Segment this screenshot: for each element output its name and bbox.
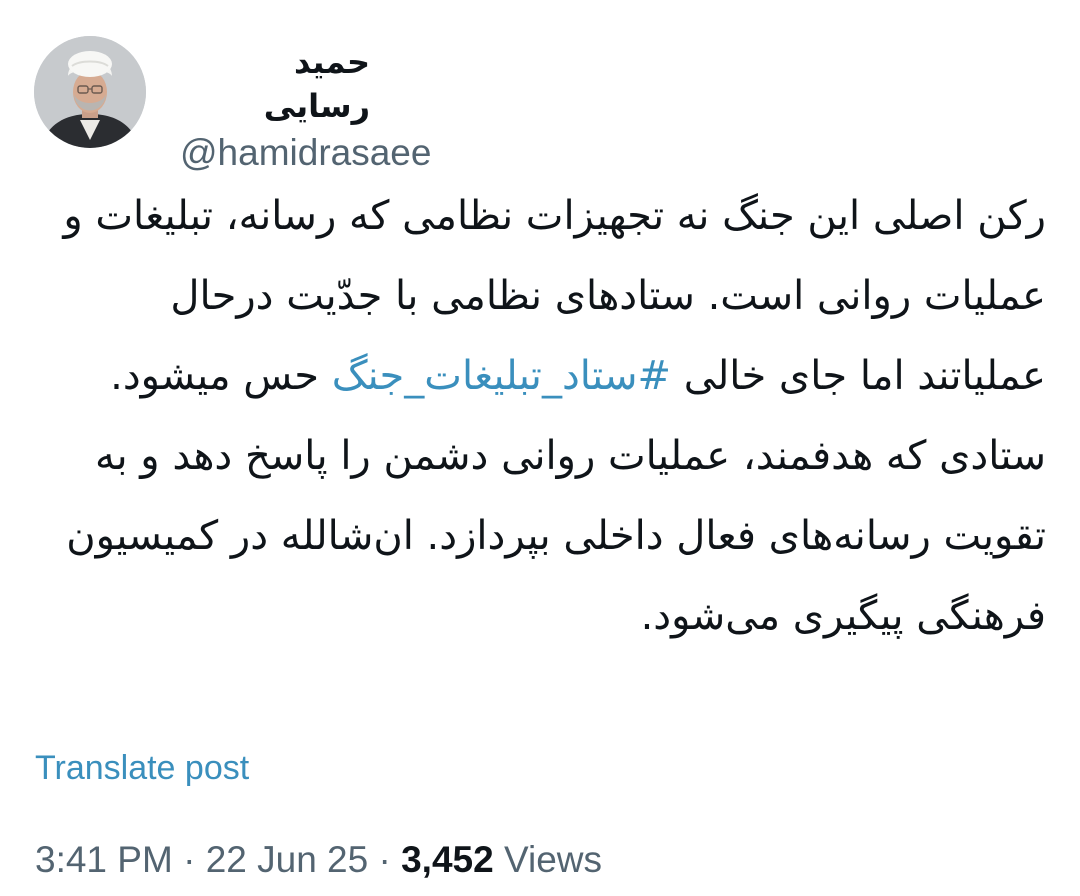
tweet: حمید رسایی @hamidrasaee رکن اصلی این جنگ… [0,0,1080,896]
tweet-text: رکن اصلی این جنگ نه تجهیزات نظامی که رسا… [34,176,1046,656]
translate-post-link[interactable]: Translate post [35,746,249,790]
meta-separator: · [378,839,391,880]
tweet-date[interactable]: 22 Jun 25 [206,839,369,880]
author-block: حمید رسایی @hamidrasaee [180,40,680,176]
author-display-name[interactable]: حمید رسایی [180,40,370,128]
avatar[interactable] [34,36,146,148]
avatar-image [34,36,146,148]
hashtag-link[interactable]: #ستاد_تبلیغات_جنگ [332,353,671,399]
tweet-time[interactable]: 3:41 PM [35,839,173,880]
views-label: Views [503,839,603,880]
views-count: 3,452 [401,839,494,880]
meta-separator: · [183,839,196,880]
tweet-meta: 3:41 PM · 22 Jun 25 · 3,452 Views [35,836,602,884]
author-handle[interactable]: @hamidrasaee [180,130,680,176]
